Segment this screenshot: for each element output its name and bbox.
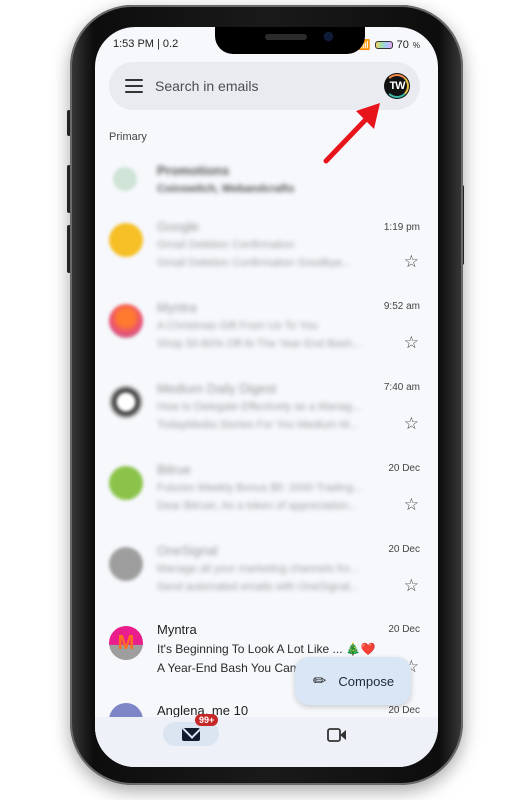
percent-sign: % — [412, 40, 420, 50]
email-sender: Google — [157, 219, 199, 234]
email-snippet: Dear Bitruer, As a token of appreciation… — [157, 500, 358, 512]
email-sender: Bitrue — [157, 462, 191, 477]
email-snippet: TodayMedia Stories For You Medium M... — [157, 419, 359, 431]
annotation-arrow-icon — [323, 103, 380, 164]
email-time: 1:19 pm — [383, 222, 420, 233]
status-time: 1:53 PM | 0.2 — [113, 38, 179, 50]
menu-icon[interactable] — [125, 79, 143, 93]
email-time: 7:40 am — [383, 382, 420, 393]
list-item-email[interactable]: OneSignal Manage all your marketing chan… — [95, 539, 438, 620]
avatar — [109, 547, 143, 581]
battery-percent: 70 — [396, 39, 409, 51]
account-initials: TW — [389, 80, 405, 92]
myntra-logo-icon: M — [117, 631, 135, 654]
email-subject: Manage all your marketing channels fro..… — [157, 563, 359, 575]
status-icons: 📶 70% — [358, 38, 420, 52]
email-snippet: Gmail Deletion Confirmation Goodbye... — [157, 257, 352, 269]
avatar — [109, 385, 143, 419]
avatar — [109, 304, 143, 338]
search-input[interactable]: Search in emails — [155, 78, 384, 94]
email-time: 20 Dec — [388, 544, 420, 555]
star-icon[interactable]: ☆ — [404, 577, 419, 594]
battery-icon — [374, 41, 393, 49]
email-sender: OneSignal — [157, 543, 218, 558]
compose-label: Compose — [338, 673, 395, 689]
avatar: M — [109, 626, 143, 660]
email-sender: Medium Daily Digest — [157, 381, 277, 396]
front-camera — [325, 33, 332, 40]
section-label-primary: Primary — [109, 131, 147, 143]
speaker — [265, 34, 307, 40]
compose-button[interactable]: ✏ Compose — [295, 657, 411, 705]
email-time: 20 Dec — [388, 624, 420, 635]
email-sender: Myntra — [157, 300, 197, 315]
email-time: 9:52 am — [383, 301, 420, 312]
account-avatar[interactable]: TW — [384, 73, 410, 99]
email-subject: Gmail Deletion Confirmation — [157, 239, 295, 251]
unread-badge: 99+ — [195, 714, 219, 726]
list-item-email[interactable]: Myntra A Christmas Gift From Us To You S… — [95, 296, 438, 377]
email-time: 20 Dec — [388, 705, 420, 716]
email-sender: Myntra — [157, 622, 197, 637]
star-icon[interactable]: ☆ — [404, 334, 419, 351]
mail-icon — [182, 727, 200, 741]
avatar — [109, 466, 143, 500]
list-item-email[interactable]: Medium Daily Digest How to Delegate Effe… — [95, 377, 438, 458]
video-icon[interactable] — [327, 727, 347, 743]
email-subject: A Christmas Gift From Us To You — [157, 320, 318, 332]
email-subject: Futures Weekly Bonus $5: 2000 Trading... — [157, 482, 363, 494]
email-subject: It's Beginning To Look A Lot Like ... 🎄❤… — [157, 642, 376, 656]
email-snippet: Send automated emails with OneSignal... — [157, 581, 359, 593]
star-icon[interactable]: ☆ — [404, 253, 419, 270]
bottom-nav: 99+ — [95, 714, 438, 767]
avatar — [109, 223, 143, 257]
email-subject: Coinswitch, Webandcrafts — [157, 183, 295, 195]
email-subject: How to Delegate Effectively as a Manag..… — [157, 401, 362, 413]
notch — [215, 27, 365, 54]
star-icon[interactable]: ☆ — [404, 496, 419, 513]
avatar — [113, 167, 137, 191]
list-item-email[interactable]: Bitrue Futures Weekly Bonus $5: 2000 Tra… — [95, 458, 438, 539]
email-snippet: Shop 50-80% Off At The Year-End Bash... — [157, 338, 362, 350]
star-icon[interactable]: ☆ — [404, 415, 419, 432]
pencil-icon: ✏ — [313, 673, 327, 690]
list-item-email[interactable]: Google Gmail Deletion Confirmation Gmail… — [95, 215, 438, 296]
gmail-screen: 1:53 PM | 0.2 📶 70% Search in emails TW … — [95, 27, 438, 767]
email-sender: Promotions — [157, 163, 230, 178]
email-time: 20 Dec — [388, 463, 420, 474]
